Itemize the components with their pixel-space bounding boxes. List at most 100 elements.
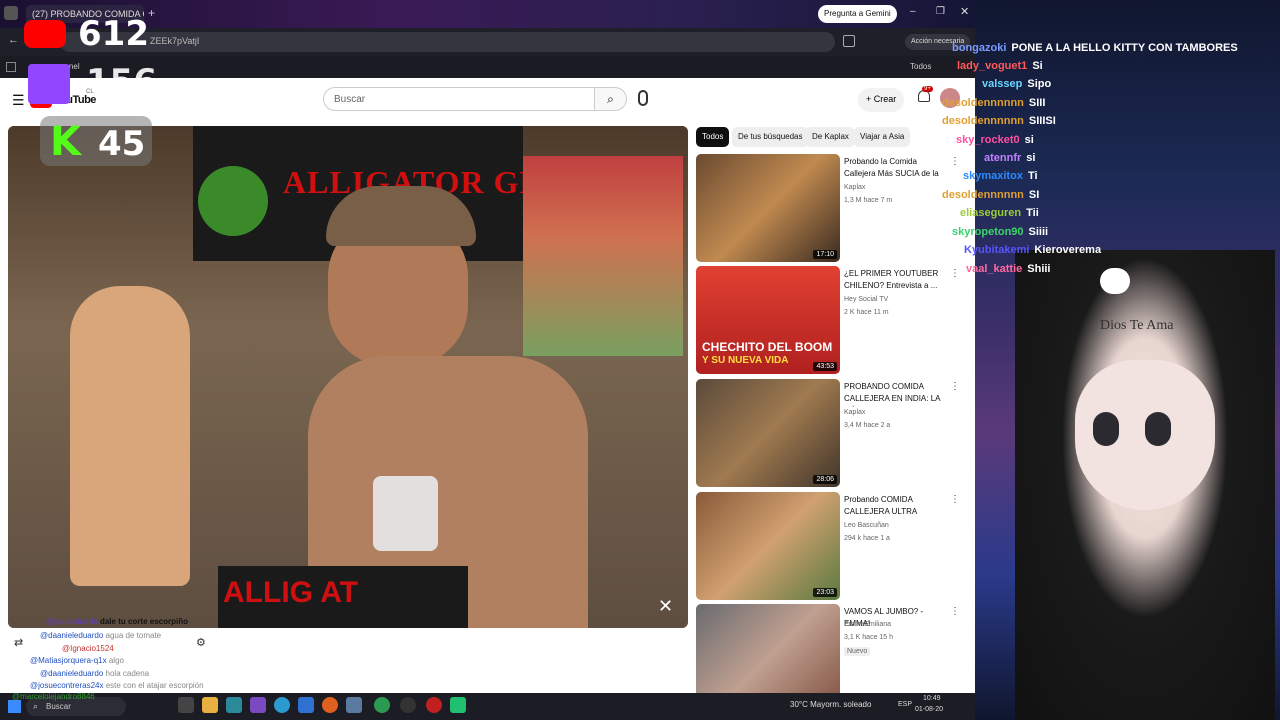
chat-text: si <box>1026 152 1036 164</box>
chat-user: desoldennnnnn <box>942 189 1024 201</box>
chat-text: Sipo <box>1027 78 1052 90</box>
rec-card[interactable]: 23:03 Probando COMIDA CALLEJERA ULTRA BA… <box>696 492 960 600</box>
rec-meta: 3,4 M hace 2 a <box>844 422 891 429</box>
menu-icon[interactable]: ☰ <box>12 92 25 109</box>
chat-message: atennfr si <box>984 152 1035 168</box>
vtuber-eye-left <box>1093 412 1119 446</box>
chat-user: bongazoki <box>952 42 1007 54</box>
firefox-icon[interactable] <box>322 697 338 713</box>
gemini-button[interactable]: Pregunta a Gemini <box>818 5 897 23</box>
chat-text: Shiii <box>1027 263 1051 275</box>
search-input[interactable]: Buscar <box>323 87 595 111</box>
rec-thumbnail[interactable]: 17:10 <box>696 154 840 262</box>
chat-panel: bongazoki PONE A LA HELLO KITTY CON TAMBO… <box>912 42 1280 282</box>
search-icon: ⌕ <box>33 701 39 711</box>
rec-card[interactable]: 28:06 PROBANDO COMIDA CALLEJERA EN INDIA… <box>696 379 960 487</box>
create-button[interactable]: + Crear <box>858 88 905 112</box>
rec-duration: 28:06 <box>813 475 837 484</box>
rec-channel[interactable]: EmmaEmiliana <box>844 621 891 628</box>
chat-user: skymaxitox <box>963 170 1023 182</box>
mic-icon[interactable] <box>638 90 648 106</box>
rec-title[interactable]: PROBANDO COMIDA CALLEJERA EN INDIA: LA M… <box>844 381 946 407</box>
minimize-icon[interactable]: – <box>910 6 916 17</box>
vtube-icon[interactable] <box>226 697 242 713</box>
search-button[interactable]: ⌕ <box>595 87 627 111</box>
more-options-icon[interactable]: ⋮ <box>950 494 960 505</box>
app-icon[interactable] <box>250 697 266 713</box>
url-text: ZEEk7pVatjI <box>150 36 200 46</box>
youtube-viewer-count: 612 <box>78 14 149 54</box>
logo-region: CL <box>86 89 94 95</box>
chat-message: vaal_kattie Shiii <box>966 263 1051 279</box>
rec-duration: 17:10 <box>813 250 837 259</box>
rec-channel[interactable]: Leo Bascuñan <box>844 522 889 529</box>
chat-user: valssep <box>982 78 1023 90</box>
task-view-icon[interactable] <box>178 697 194 713</box>
watermark-icon: ✕ <box>658 596 674 616</box>
opera-icon[interactable] <box>426 697 442 713</box>
rec-thumbnail[interactable]: 23:03 <box>696 492 840 600</box>
obs-icon[interactable] <box>400 697 416 713</box>
chat-user: skyropeton90 <box>952 226 1024 238</box>
clock-date[interactable]: 01-08-20 <box>915 706 943 713</box>
chat-user: lady_voguet1 <box>957 60 1028 72</box>
rec-channel[interactable]: Kaplax <box>844 184 865 191</box>
low-chat-message: @Ignacio1524 <box>62 644 114 653</box>
rec-duration: 23:03 <box>813 588 837 597</box>
url-field[interactable]: ZEEk7pVatjI <box>60 32 835 52</box>
settings-gear-icon[interactable]: ⚙ <box>196 636 206 649</box>
chat-user: @Ignacio1524 <box>62 644 114 653</box>
rec-card[interactable]: VAMOS AL JUMBO? - EMMA! EmmaEmiliana 3,1… <box>696 604 960 693</box>
close-icon[interactable]: ✕ <box>960 5 969 18</box>
new-badge: Nuevo <box>844 647 871 656</box>
browser-window: (27) PROBANDO COMIDA CALI + Pregunta a G… <box>0 0 975 693</box>
rec-thumbnail[interactable]: CHECHITO DEL BOOM Y SU NUEVA VIDA 43:53 <box>696 266 840 374</box>
chat-user: @josuecontreras24x <box>30 681 104 690</box>
explorer-icon[interactable] <box>202 697 218 713</box>
chat-message: valssep Sipo <box>982 78 1051 94</box>
maximize-icon[interactable]: ❐ <box>936 6 945 17</box>
rec-channel[interactable]: Kaplax <box>844 409 865 416</box>
chrome-icon[interactable] <box>374 697 390 713</box>
chip-searches[interactable]: De tus búsquedas <box>732 127 809 147</box>
chat-text: Kieroverema <box>1034 244 1102 256</box>
rec-card[interactable]: CHECHITO DEL BOOM Y SU NUEVA VIDA 43:53 … <box>696 266 960 374</box>
back-icon[interactable]: ← <box>8 34 19 46</box>
chip-all[interactable]: Todos <box>696 127 730 147</box>
rec-channel[interactable]: Hey Social TV <box>844 296 888 303</box>
search-icon: ⌕ <box>607 92 614 106</box>
chip-kaplax[interactable]: De Kaplax <box>806 127 855 147</box>
chat-message: desoldennnnnn SIII <box>942 97 1045 113</box>
loop-icon[interactable]: ⇄ <box>14 636 23 649</box>
chip-asia[interactable]: Viajar a Asia <box>854 127 911 147</box>
chat-message: skymaxitox Ti <box>963 170 1038 186</box>
tab-list-icon[interactable] <box>4 6 18 20</box>
twitch-viewer-count: 156 <box>86 62 157 82</box>
rec-duration: 43:53 <box>813 362 837 371</box>
edge-icon[interactable] <box>274 697 290 713</box>
apps-icon[interactable] <box>6 62 16 72</box>
stall-background <box>523 156 683 356</box>
clock-time[interactable]: 10:49 <box>923 695 941 702</box>
extensions-icon[interactable] <box>843 35 855 47</box>
app-icon[interactable] <box>346 697 362 713</box>
low-chat-message: @josuecontreras24x este con el atajar es… <box>30 681 204 690</box>
rec-title[interactable]: Probando COMIDA CALLEJERA ULTRA BARATA e… <box>844 494 946 520</box>
alligator-icon <box>198 166 268 236</box>
new-tab-icon[interactable]: + <box>148 6 155 20</box>
chat-user: desoldennnnnn <box>942 115 1024 127</box>
store-icon[interactable] <box>298 697 314 713</box>
more-options-icon[interactable]: ⋮ <box>950 381 960 392</box>
chat-text: PONE A LA HELLO KITTY CON TAMBORES <box>1011 42 1238 54</box>
taskbar-search-label: Buscar <box>46 702 71 711</box>
start-icon[interactable] <box>8 700 21 713</box>
language[interactable]: ESP <box>898 701 912 708</box>
more-options-icon[interactable]: ⋮ <box>950 606 960 617</box>
app-icon[interactable] <box>450 697 466 713</box>
rec-thumbnail[interactable]: 28:06 <box>696 379 840 487</box>
weather[interactable]: 30°C Mayorm. soleado <box>790 700 871 709</box>
gemini-label: Pregunta a Gemini <box>824 9 891 18</box>
low-chat-message: @daanieleduardo hola cadena <box>40 669 149 678</box>
rec-thumbnail[interactable] <box>696 604 840 693</box>
video-player[interactable]: ALLIGATOR GRILL ALLIG AT ✕ <box>8 126 688 628</box>
